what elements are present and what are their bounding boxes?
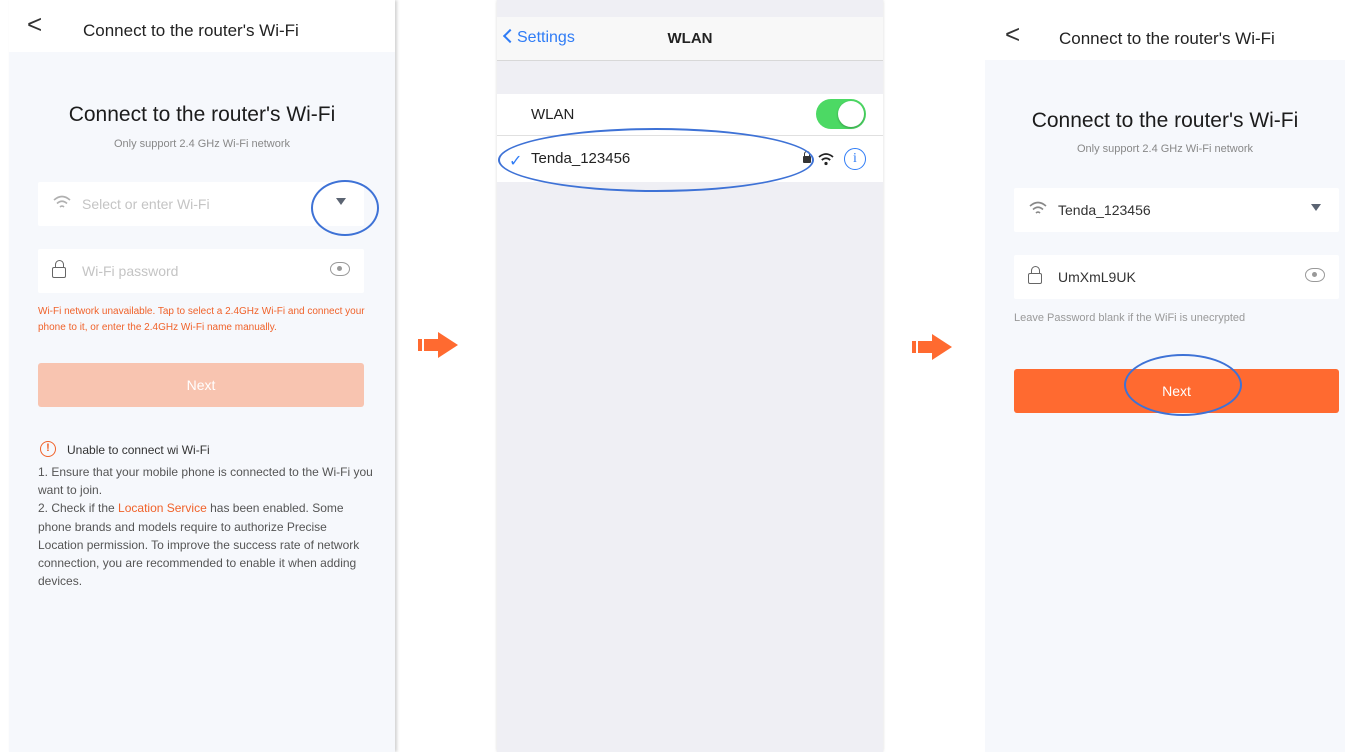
back-icon[interactable]: < [1005, 21, 1020, 47]
password-input-placeholder[interactable]: Wi-Fi password [82, 263, 178, 279]
tip-1: 1. Ensure that your mobile phone is conn… [38, 465, 373, 498]
wifi-icon [53, 195, 71, 208]
wifi-icon [1029, 201, 1047, 214]
page-subheading: Only support 2.4 GHz Wi-Fi network [1076, 143, 1254, 155]
ios-nav-title: WLAN [667, 30, 713, 47]
info-icon[interactable]: i [844, 148, 866, 170]
ios-nav-bar: Settings WLAN [497, 17, 883, 61]
screen-ios-wlan-settings: Settings WLAN WLAN ✓ Tenda_123456 i [497, 0, 883, 752]
password-input-value[interactable]: UmXmL9UK [1058, 269, 1136, 285]
page-heading: Connect to the router's Wi-Fi [68, 103, 336, 126]
arrow-right-icon [418, 332, 458, 358]
tip-2-pre: 2. Check if the [38, 501, 119, 516]
warning-icon: ! [40, 441, 56, 457]
error-message: Wi-Fi network unavailable. Tap to select… [38, 306, 365, 333]
page-subheading: Only support 2.4 GHz Wi-Fi network [113, 138, 291, 150]
screen-connect-wifi-empty: < Connect to the router's Wi-Fi Connect … [9, 0, 395, 752]
password-hint: Leave Password blank if the WiFi is unec… [1014, 312, 1246, 324]
page-heading: Connect to the router's Wi-Fi [1031, 109, 1299, 132]
back-icon[interactable]: < [27, 11, 42, 37]
wlan-label: WLAN [531, 106, 575, 123]
highlight-circle [498, 128, 814, 192]
lock-icon [1028, 266, 1042, 284]
tip-title: Unable to connect wi Wi-Fi [67, 443, 210, 457]
eye-icon[interactable] [1305, 268, 1325, 282]
tip-body: 1. Ensure that your mobile phone is conn… [38, 463, 373, 590]
next-button[interactable]: Next [38, 363, 364, 407]
screen-connect-wifi-filled: < Connect to the router's Wi-Fi Connect … [985, 0, 1345, 752]
nav-bar: < Connect to the router's Wi-Fi [9, 0, 395, 52]
nav-title: Connect to the router's Wi-Fi [83, 21, 299, 40]
wifi-icon [818, 153, 834, 166]
wifi-input-value[interactable]: Tenda_123456 [1058, 202, 1151, 218]
nav-bar: < Connect to the router's Wi-Fi [985, 0, 1345, 60]
wifi-input-placeholder[interactable]: Select or enter Wi-Fi [82, 196, 210, 212]
nav-title: Connect to the router's Wi-Fi [1059, 29, 1275, 48]
wifi-select-field[interactable]: Tenda_123456 [1014, 188, 1339, 232]
highlight-circle [311, 180, 379, 236]
arrow-right-icon [912, 334, 952, 360]
password-field[interactable]: Wi-Fi password [38, 249, 364, 293]
wlan-toggle[interactable] [816, 99, 866, 129]
tip-2: 2. Check if the Location Service has bee… [38, 499, 373, 590]
toggle-knob [838, 101, 864, 127]
lock-icon [52, 260, 66, 278]
dropdown-arrow-icon[interactable] [1311, 204, 1321, 211]
password-field[interactable]: UmXmL9UK [1014, 255, 1339, 299]
highlight-circle [1124, 354, 1242, 416]
location-service-link[interactable]: Location Service [118, 501, 207, 515]
eye-icon[interactable] [330, 262, 350, 276]
